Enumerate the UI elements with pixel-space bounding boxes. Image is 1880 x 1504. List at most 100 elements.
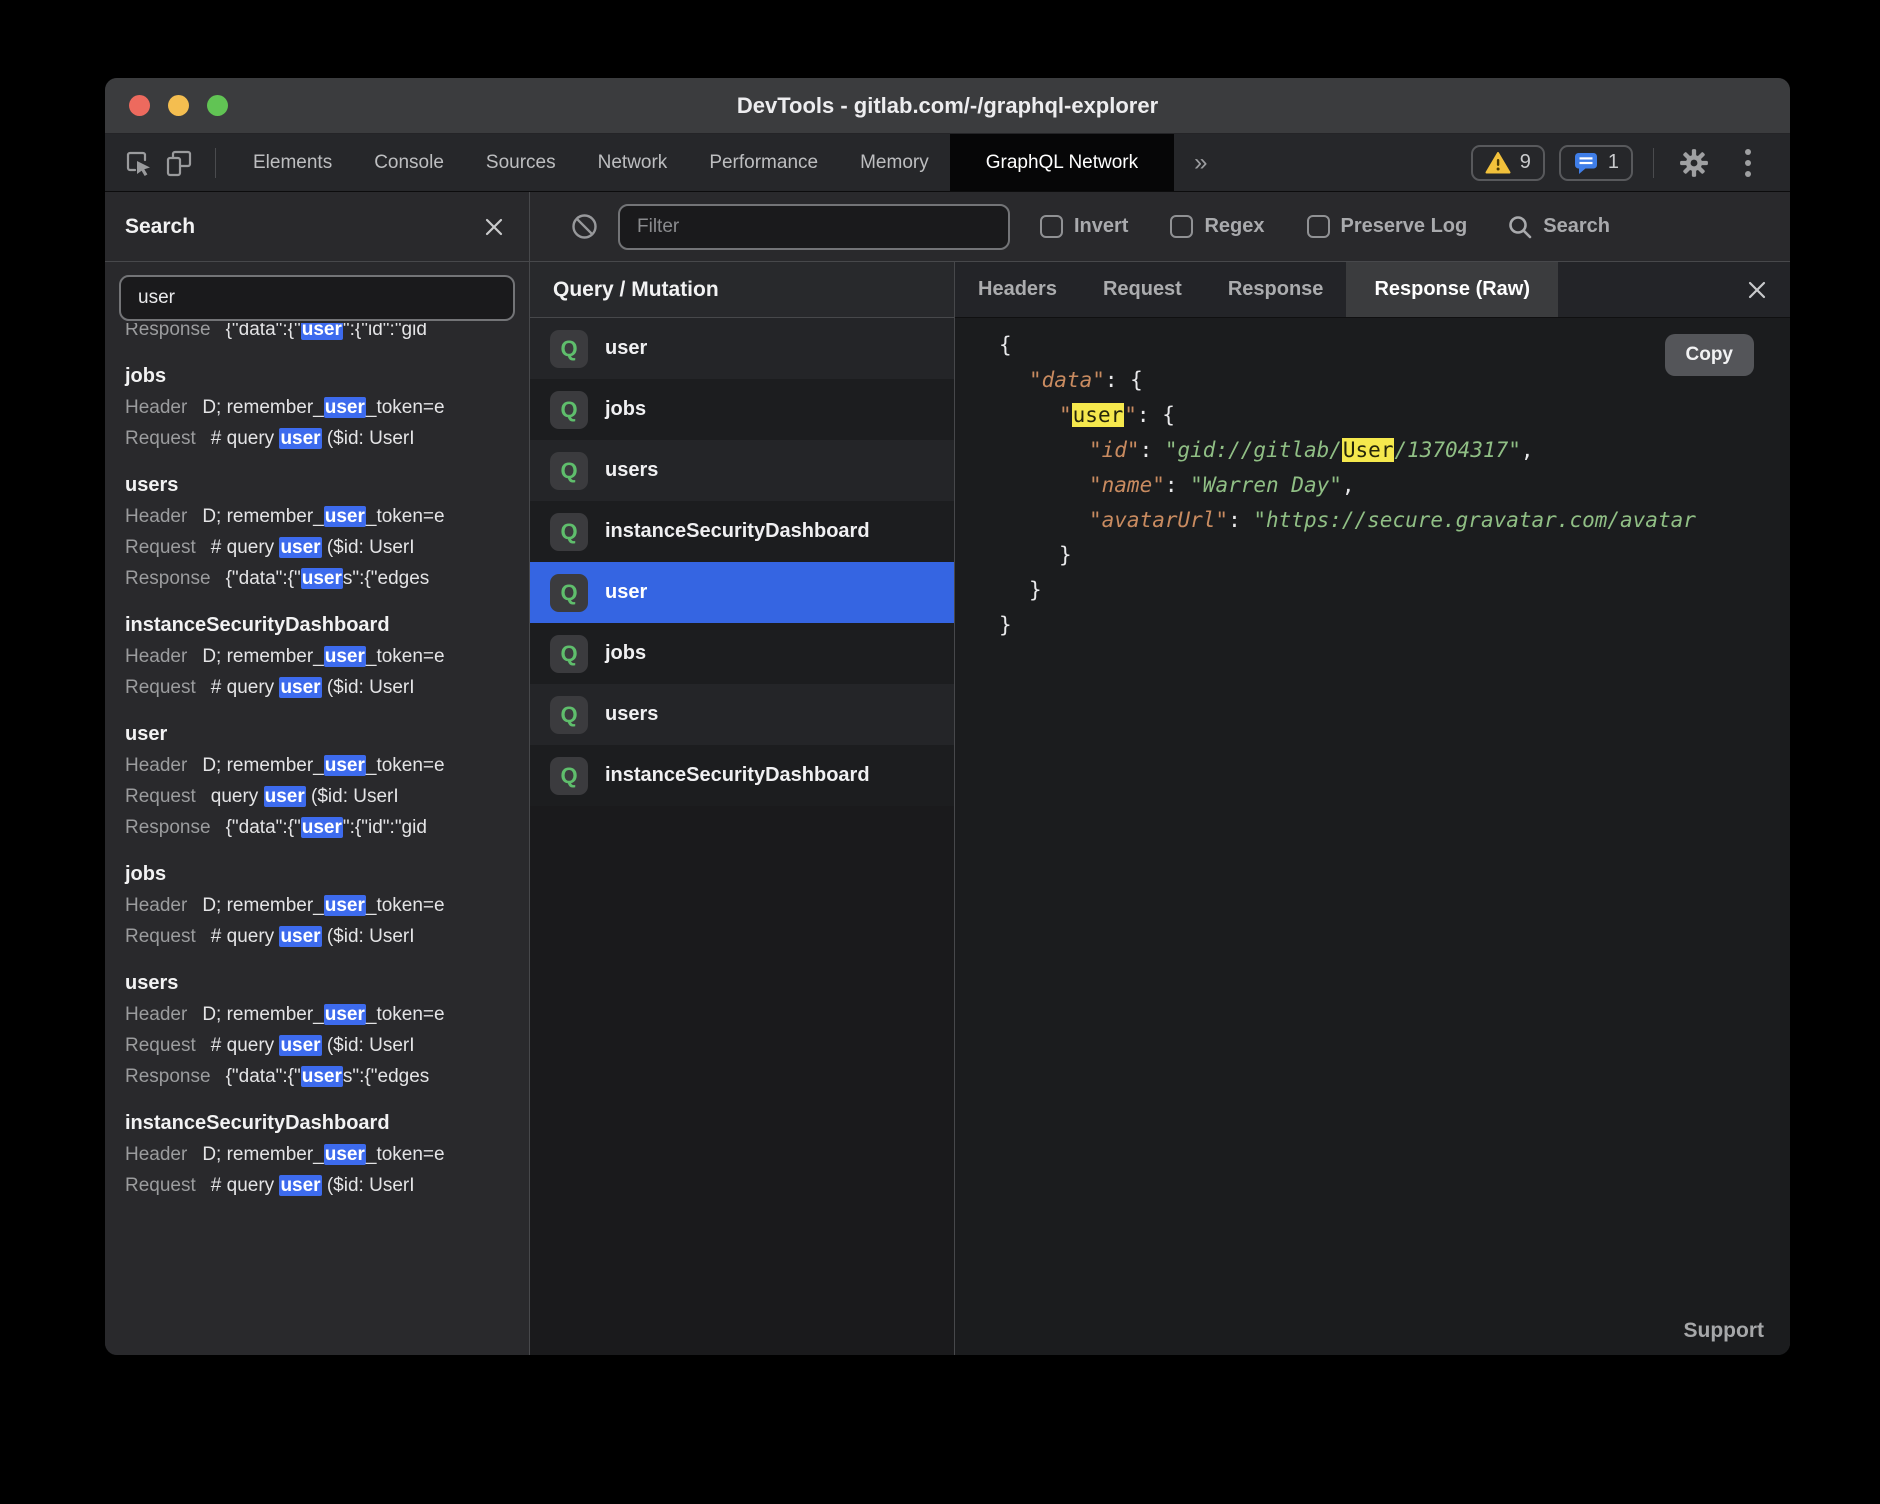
search-result-text: # query: [211, 1035, 280, 1056]
search-result-row[interactable]: HeaderD; remember_user_token=e: [125, 1144, 529, 1166]
checkbox-preserve-log[interactable]: Preserve Log: [1307, 215, 1468, 238]
json-match-highlight: user: [1072, 403, 1125, 427]
query-row-instanceSecurityDashboard[interactable]: QinstanceSecurityDashboard: [530, 501, 954, 562]
search-result-row[interactable]: Request# query user ($id: UserI: [125, 926, 529, 948]
search-result-text: D; remember_: [202, 397, 323, 418]
network-area: Invert Regex Preserve Log Search Query / M…: [530, 192, 1790, 1355]
search-result-row-content: # query user ($id: UserI: [211, 1175, 415, 1196]
search-result-row-content: D; remember_user_token=e: [202, 397, 444, 418]
close-search-panel-icon[interactable]: [479, 212, 509, 242]
more-tabs-chevron[interactable]: »: [1174, 149, 1227, 177]
query-row-user[interactable]: Quser: [530, 562, 954, 623]
search-input-wrap: [105, 262, 529, 323]
search-result-text: {"data":{": [226, 1066, 301, 1087]
clear-log-icon[interactable]: [564, 207, 604, 247]
search-result-text: # query: [211, 537, 280, 558]
tab-console[interactable]: Console: [353, 134, 465, 191]
detail-tabs-inactive: HeadersRequestResponse: [955, 262, 1346, 317]
query-row-jobs[interactable]: Qjobs: [530, 379, 954, 440]
search-result-row[interactable]: HeaderD; remember_user_token=e: [125, 646, 529, 668]
search-result-row[interactable]: HeaderD; remember_user_token=e: [125, 1004, 529, 1026]
zoom-window-button[interactable]: [207, 95, 228, 116]
search-result-row-label: Header: [125, 895, 187, 916]
search-result-row[interactable]: Response{"data":{"user":{"id":"gid: [125, 323, 529, 341]
json-token: "data": [1029, 368, 1105, 392]
tab-request[interactable]: Request: [1080, 262, 1205, 317]
search-result-row[interactable]: Request# query user ($id: UserI: [125, 677, 529, 699]
json-token: {: [1130, 368, 1143, 392]
search-result-row[interactable]: HeaderD; remember_user_token=e: [125, 397, 529, 419]
search-result-text: ":{"id":"gid: [343, 817, 427, 838]
search-group-title: instanceSecurityDashboard: [125, 1112, 529, 1135]
search-result-row[interactable]: HeaderD; remember_user_token=e: [125, 506, 529, 528]
search-panel: Search Response{"data":{"user":{"id":"gi…: [105, 192, 530, 1355]
checkbox-box[interactable]: [1307, 215, 1330, 238]
tab-performance[interactable]: Performance: [688, 134, 839, 191]
json-token: {: [999, 333, 1012, 357]
device-toolbar-icon[interactable]: [159, 143, 199, 183]
search-result-row[interactable]: Response{"data":{"users":{"edges: [125, 568, 529, 590]
search-input[interactable]: [119, 275, 515, 321]
json-line: "name": "Warren Day",: [999, 468, 1790, 503]
checkbox-regex[interactable]: Regex: [1170, 215, 1264, 238]
checkbox-invert[interactable]: Invert: [1040, 215, 1128, 238]
query-icon: Q: [550, 635, 588, 673]
search-match-highlight: user: [301, 323, 343, 340]
tab-sources[interactable]: Sources: [465, 134, 577, 191]
kebab-menu-icon[interactable]: [1728, 143, 1768, 183]
query-row-jobs[interactable]: Qjobs: [530, 623, 954, 684]
query-row-users[interactable]: Qusers: [530, 440, 954, 501]
close-detail-panel-icon[interactable]: [1742, 275, 1772, 305]
tab-elements[interactable]: Elements: [232, 134, 353, 191]
settings-gear-icon[interactable]: [1674, 143, 1714, 183]
search-result-row[interactable]: Request# query user ($id: UserI: [125, 1035, 529, 1057]
json-token: "Warren Day": [1190, 473, 1342, 497]
search-result-text: _token=e: [366, 1144, 445, 1165]
search-toggle[interactable]: Search: [1507, 214, 1610, 240]
search-group-title: jobs: [125, 863, 529, 886]
search-result-row-label: Response: [125, 817, 211, 838]
query-row-users[interactable]: Qusers: [530, 684, 954, 745]
search-result-row[interactable]: Request# query user ($id: UserI: [125, 428, 529, 450]
search-result-row-label: Response: [125, 323, 211, 340]
search-result-row[interactable]: Request# query user ($id: UserI: [125, 1175, 529, 1197]
close-window-button[interactable]: [129, 95, 150, 116]
query-row-label: instanceSecurityDashboard: [605, 764, 870, 787]
query-row-user[interactable]: Quser: [530, 318, 954, 379]
minimize-window-button[interactable]: [168, 95, 189, 116]
tab-network[interactable]: Network: [577, 134, 689, 191]
copy-button[interactable]: Copy: [1665, 334, 1755, 376]
search-result-row[interactable]: HeaderD; remember_user_token=e: [125, 755, 529, 777]
search-result-row[interactable]: HeaderD; remember_user_token=e: [125, 895, 529, 917]
query-row-instanceSecurityDashboard[interactable]: QinstanceSecurityDashboard: [530, 745, 954, 806]
search-result-row[interactable]: Requestquery user ($id: UserI: [125, 786, 529, 808]
query-list-header: Query / Mutation: [530, 262, 954, 318]
issues-badge[interactable]: 1: [1559, 145, 1633, 181]
search-result-row-label: Request: [125, 786, 196, 807]
checkbox-box[interactable]: [1170, 215, 1193, 238]
tab-headers[interactable]: Headers: [955, 262, 1080, 317]
search-result-row[interactable]: Response{"data":{"users":{"edges: [125, 1066, 529, 1088]
tab-response[interactable]: Response: [1205, 262, 1347, 317]
message-icon: [1573, 151, 1599, 175]
inspect-element-icon[interactable]: [119, 143, 159, 183]
toolbar-divider: [1653, 148, 1654, 178]
devtools-toolbar: ElementsConsoleSourcesNetworkPerformance…: [105, 134, 1790, 192]
tab-memory[interactable]: Memory: [839, 134, 950, 191]
warnings-badge[interactable]: 9: [1471, 145, 1545, 181]
json-token: :: [1228, 508, 1253, 532]
tab-graphql-network[interactable]: GraphQL Network: [950, 134, 1174, 191]
search-result-row[interactable]: Response{"data":{"user":{"id":"gid: [125, 817, 529, 839]
support-link[interactable]: Support: [1684, 1319, 1764, 1343]
tab-response-raw[interactable]: Response (Raw): [1346, 262, 1558, 317]
json-token: ,: [1521, 438, 1534, 462]
filter-input[interactable]: [618, 204, 1010, 250]
search-result-row[interactable]: Request# query user ($id: UserI: [125, 537, 529, 559]
json-token: }: [1029, 578, 1042, 602]
query-row-label: user: [605, 581, 647, 604]
query-icon: Q: [550, 452, 588, 490]
query-icon: Q: [550, 574, 588, 612]
search-result-row-content: {"data":{"users":{"edges: [226, 1066, 430, 1087]
checkbox-box[interactable]: [1040, 215, 1063, 238]
search-group-title: user: [125, 723, 529, 746]
